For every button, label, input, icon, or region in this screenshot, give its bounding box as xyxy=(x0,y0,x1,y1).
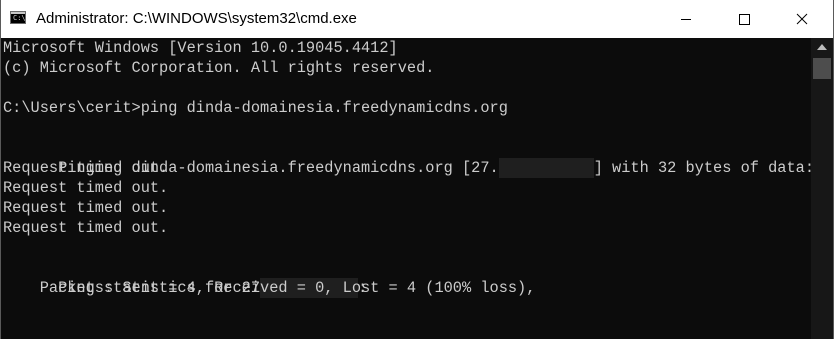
console-line: Request timed out. xyxy=(3,199,169,217)
console-line: Packets: Sent = 4, Received = 0, Lost = … xyxy=(3,279,536,297)
console-line-command: C:\Users\cerit>ping dinda-domainesia.fre… xyxy=(3,99,508,117)
window-title: Administrator: C:\WINDOWS\system32\cmd.e… xyxy=(36,10,357,27)
title-bar[interactable]: C:\ Administrator: C:\WINDOWS\system32\c… xyxy=(1,0,833,38)
console-line: Request timed out. xyxy=(3,179,169,197)
pinging-text-end: ] with 32 bytes of data: xyxy=(593,159,811,177)
maximize-button[interactable] xyxy=(721,0,767,38)
close-button[interactable] xyxy=(779,0,825,38)
chevron-up-icon xyxy=(817,44,827,50)
console-line-pinging: Pinging dinda-domainesia.freedynamicdns.… xyxy=(3,138,811,178)
console-line: (c) Microsoft Corporation. All rights re… xyxy=(3,59,435,77)
console-line: Request timed out. xyxy=(3,159,169,177)
cmd-icon-prompt: C:\ xyxy=(13,14,26,22)
console-line: Microsoft Windows [Version 10.0.19045.44… xyxy=(3,39,398,57)
minimize-icon xyxy=(681,19,691,20)
maximize-icon xyxy=(739,14,750,25)
console-line: Request timed out. xyxy=(3,219,169,237)
scroll-up-button[interactable] xyxy=(811,38,833,56)
close-icon xyxy=(796,13,808,25)
vertical-scrollbar[interactable] xyxy=(811,38,833,339)
scroll-thumb[interactable] xyxy=(813,58,831,79)
console-line-statistics: Ping statistics for 27: xyxy=(3,258,367,298)
minimize-button[interactable] xyxy=(663,0,709,38)
redacted-ip xyxy=(498,158,594,178)
cmd-icon[interactable]: C:\ xyxy=(10,11,26,24)
console-output[interactable]: Microsoft Windows [Version 10.0.19045.44… xyxy=(1,38,811,339)
cmd-window: C:\ Administrator: C:\WINDOWS\system32\c… xyxy=(0,0,834,339)
